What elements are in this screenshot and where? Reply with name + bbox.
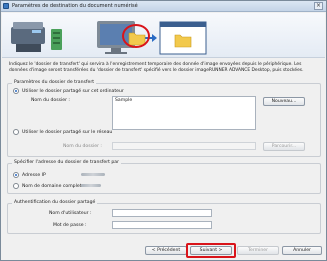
highlight-box — [186, 243, 236, 258]
network-folder-name-label: Nom du dossier : — [63, 144, 102, 149]
title-bar: Paramètres de destination du document nu… — [1, 1, 326, 12]
domain-name-label: Nom de domaine complet — [22, 184, 82, 189]
radio-network-folder[interactable] — [13, 129, 19, 135]
illustration-banner — [2, 13, 325, 58]
address-group: Spécifier l'adresse du dossier de transf… — [7, 160, 321, 194]
ip-address-value — [81, 173, 105, 176]
highlight-circle — [122, 24, 150, 48]
previous-button[interactable]: < Précédent — [145, 246, 187, 255]
close-button[interactable]: × — [314, 2, 323, 10]
username-label: Nom d'utilisateur : — [49, 211, 92, 216]
domain-name-value — [81, 184, 101, 187]
radio-computer-folder[interactable] — [13, 88, 19, 94]
new-folder-button[interactable]: Nouveau... — [263, 97, 305, 106]
password-label: Mot de passe : — [53, 223, 87, 228]
radio-domain-name[interactable] — [13, 183, 19, 189]
group-title: Spécifier l'adresse du dossier de transf… — [12, 160, 121, 165]
auth-group: Authentification du dossier partagé — [7, 200, 321, 234]
window-title: Paramètres de destination du document nu… — [12, 3, 138, 9]
transfer-diagram — [11, 21, 207, 55]
folder-list[interactable]: Sample — [112, 96, 256, 130]
network-folder-input[interactable] — [112, 142, 256, 150]
browse-button[interactable]: Parcourir... — [263, 142, 305, 151]
cancel-button[interactable]: Annuler — [282, 246, 322, 255]
finish-button[interactable]: Terminer — [237, 246, 279, 255]
radio-ip-address[interactable] — [13, 172, 19, 178]
ip-address-label: Adresse IP — [22, 173, 46, 178]
server-icon — [51, 29, 62, 50]
password-field[interactable] — [112, 221, 212, 229]
group-title: Paramètres du dossier de transfert — [12, 80, 97, 85]
group-title: Authentification du dossier partagé — [12, 200, 98, 205]
folder-icon — [174, 34, 192, 48]
intro-text: Indiquez le 'dossier de transfert' qui s… — [9, 62, 304, 73]
printer-icon — [11, 22, 45, 52]
computer-folder-label: Utiliser le dossier partagé sur cet ordi… — [22, 89, 124, 94]
network-folder-label: Utiliser le dossier partagé sur le résea… — [22, 130, 113, 135]
dialog-window: Paramètres de destination du document nu… — [0, 0, 327, 261]
folder-name-label: Nom du dossier : — [31, 98, 70, 103]
app-icon — [3, 3, 9, 9]
username-field[interactable] — [112, 209, 212, 217]
list-item[interactable]: Sample — [115, 98, 132, 103]
